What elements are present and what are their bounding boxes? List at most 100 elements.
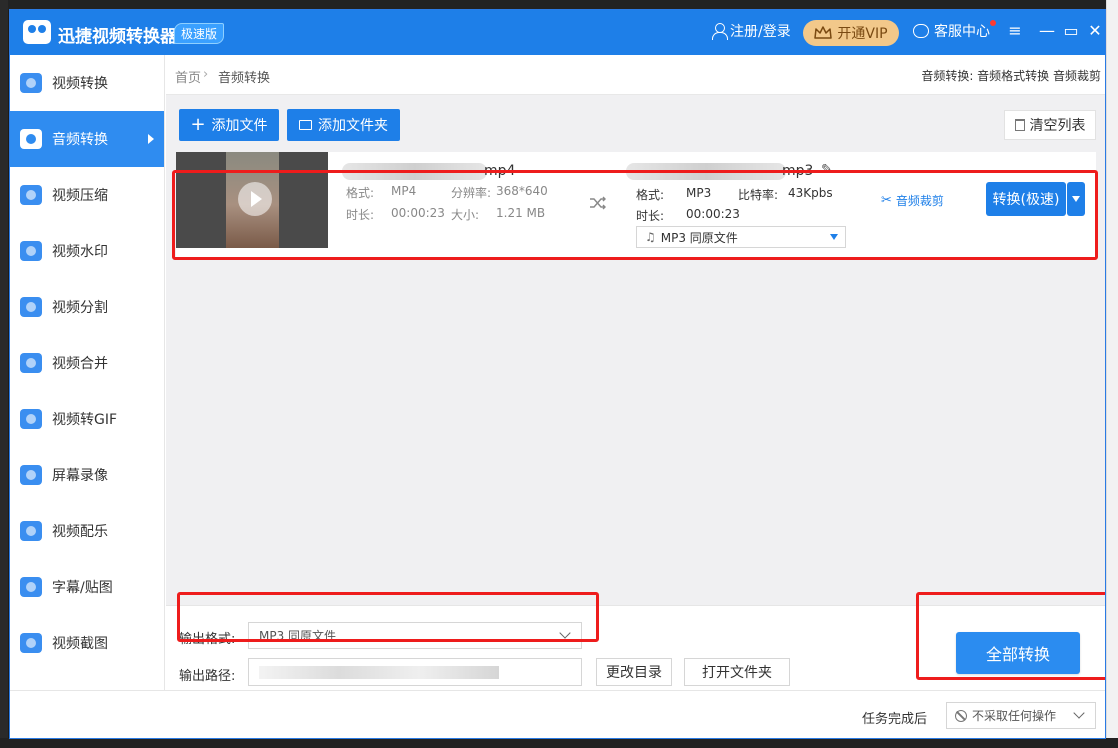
sidebar-item-video-compress[interactable]: 视频压缩 — [10, 167, 164, 223]
scissors-icon: ✂ — [881, 193, 892, 208]
add-file-label: 添加文件 — [211, 118, 268, 134]
screenshot-icon — [20, 633, 42, 653]
add-file-button[interactable]: + 添加文件 — [179, 109, 279, 141]
play-icon[interactable] — [238, 182, 272, 216]
video-compress-icon — [20, 185, 42, 205]
customer-service-button[interactable]: 客服中心 — [913, 21, 990, 41]
change-directory-button[interactable]: 更改目录 — [596, 658, 672, 686]
output-format-value: MP3 同原文件 — [259, 629, 337, 643]
desktop-background-left — [0, 0, 8, 748]
target-format-dropdown-value: MP3 同原文件 — [660, 230, 738, 245]
audio-trim-button[interactable]: ✂ 音频裁剪 — [881, 192, 944, 209]
source-format-label: 格式: — [346, 186, 375, 200]
sidebar-item-label: 视频转换 — [52, 76, 108, 92]
audio-convert-icon — [20, 129, 42, 149]
status-bar: 任务完成后 不采取任何操作 — [10, 690, 1105, 738]
app-title: 迅捷视频转换器 — [58, 27, 177, 47]
sidebar-item-label: 视频压缩 — [52, 188, 108, 204]
output-format-label: 输出格式: — [179, 632, 236, 647]
target-filename-blurred — [626, 163, 786, 180]
sidebar-item-label: 视频配乐 — [52, 524, 108, 540]
open-folder-button[interactable]: 打开文件夹 — [684, 658, 790, 686]
desktop-background-bottom — [0, 738, 1118, 748]
crown-icon — [814, 26, 833, 40]
breadcrumb-current: 音频转换 — [218, 71, 271, 86]
close-icon[interactable]: ✕ — [1086, 22, 1104, 40]
app-logo-icon — [23, 20, 51, 44]
app-window: 迅捷视频转换器 极速版 注册/登录 开通VIP 客服中心 ≡ — ▭ ✕ 视频转… — [9, 9, 1106, 739]
maximize-icon[interactable]: ▭ — [1062, 22, 1080, 40]
output-format-dropdown[interactable]: MP3 同原文件 — [248, 622, 582, 649]
convert-all-button[interactable]: 全部转换 — [956, 632, 1080, 674]
video-watermark-icon — [20, 241, 42, 261]
title-bar: 迅捷视频转换器 极速版 注册/登录 开通VIP 客服中心 ≡ — ▭ ✕ — [10, 10, 1105, 55]
sidebar-item-video-to-gif[interactable]: 视频转GIF — [10, 391, 164, 447]
clear-list-button[interactable]: 清空列表 — [1004, 110, 1096, 140]
sidebar-item-video-music[interactable]: 视频配乐 — [10, 503, 164, 559]
video-convert-icon — [20, 73, 42, 93]
sidebar-item-video-watermark[interactable]: 视频水印 — [10, 223, 164, 279]
sidebar-item-video-split[interactable]: 视频分割 — [10, 279, 164, 335]
user-icon — [712, 23, 728, 40]
subtitle-icon — [20, 577, 42, 597]
breadcrumb-separator: › — [203, 67, 209, 82]
target-format-value: MP3 — [686, 186, 712, 200]
target-extension: mp3 — [782, 163, 814, 179]
music-note-icon: ♫ — [645, 230, 656, 244]
video-merge-icon — [20, 353, 42, 373]
sidebar-item-label: 屏幕录像 — [52, 468, 108, 484]
desktop-background-right — [1106, 0, 1118, 748]
file-list-item[interactable]: mp4 格式: MP4 分辨率: 368*640 时长: 00:00:23 大小… — [176, 152, 1096, 259]
sidebar-item-audio-convert[interactable]: 音频转换 — [10, 111, 164, 167]
output-path-input[interactable] — [248, 658, 582, 686]
trash-icon — [1014, 119, 1025, 131]
breadcrumb: 首页 › 音频转换 音频转换: 音频格式转换 音频裁剪 — [166, 55, 1105, 95]
sidebar-item-label: 音频转换 — [52, 132, 108, 148]
sidebar-item-subtitle-sticker[interactable]: 字幕/贴图 — [10, 559, 164, 615]
login-label: 注册/登录 — [730, 24, 791, 40]
sidebar-item-label: 视频水印 — [52, 244, 108, 260]
vip-button[interactable]: 开通VIP — [803, 20, 899, 46]
sidebar-item-label: 视频转GIF — [52, 412, 118, 428]
source-resolution-label: 分辨率: — [451, 186, 492, 200]
add-folder-button[interactable]: 添加文件夹 — [287, 109, 400, 141]
source-resolution-value: 368*640 — [496, 184, 548, 198]
gif-icon — [20, 409, 42, 429]
sidebar: 视频转换 音频转换 视频压缩 视频水印 视频分割 视频合并 视频转GIF 屏幕录… — [10, 55, 165, 690]
after-task-value: 不采取任何操作 — [972, 709, 1057, 723]
edit-icon[interactable]: ✎ — [821, 162, 833, 178]
output-panel: 输出格式: MP3 同原文件 输出路径: 更改目录 打开文件夹 全部转换 — [166, 605, 1105, 690]
menu-icon[interactable]: ≡ — [1006, 22, 1024, 40]
shuffle-icon — [590, 196, 606, 210]
source-duration-value: 00:00:23 — [391, 206, 445, 220]
breadcrumb-home[interactable]: 首页 — [175, 67, 201, 86]
source-filename-blurred — [342, 163, 487, 180]
ban-icon — [955, 709, 967, 722]
login-button[interactable]: 注册/登录 — [712, 21, 791, 41]
source-duration-label: 时长: — [346, 208, 375, 222]
edition-badge: 极速版 — [174, 23, 225, 44]
sidebar-item-screen-record[interactable]: 屏幕录像 — [10, 447, 164, 503]
sidebar-item-video-merge[interactable]: 视频合并 — [10, 335, 164, 391]
convert-fast-button[interactable]: 转换(极速) — [986, 182, 1066, 216]
target-format-label: 格式: — [636, 188, 665, 202]
sidebar-item-video-screenshot[interactable]: 视频截图 — [10, 615, 164, 671]
after-task-dropdown[interactable]: 不采取任何操作 — [946, 702, 1096, 729]
sidebar-item-label: 视频合并 — [52, 356, 108, 372]
sidebar-item-label: 字幕/贴图 — [52, 580, 113, 596]
chat-icon — [913, 24, 929, 38]
minimize-icon[interactable]: — — [1038, 22, 1056, 40]
convert-options-dropdown[interactable] — [1067, 182, 1085, 216]
music-icon — [20, 521, 42, 541]
output-path-blurred — [259, 666, 499, 679]
target-bitrate-label: 比特率: — [738, 188, 779, 202]
source-size-label: 大小: — [451, 208, 480, 222]
video-thumbnail[interactable] — [176, 152, 328, 248]
main-content: 首页 › 音频转换 音频转换: 音频格式转换 音频裁剪 + 添加文件 添加文件夹… — [166, 55, 1105, 690]
source-size-value: 1.21 MB — [496, 206, 546, 220]
target-format-dropdown[interactable]: ♫ MP3 同原文件 — [636, 226, 846, 248]
screen-record-icon — [20, 465, 42, 485]
sidebar-item-video-convert[interactable]: 视频转换 — [10, 55, 164, 111]
service-label: 客服中心 — [934, 24, 990, 40]
target-bitrate-value: 43Kpbs — [788, 186, 833, 200]
